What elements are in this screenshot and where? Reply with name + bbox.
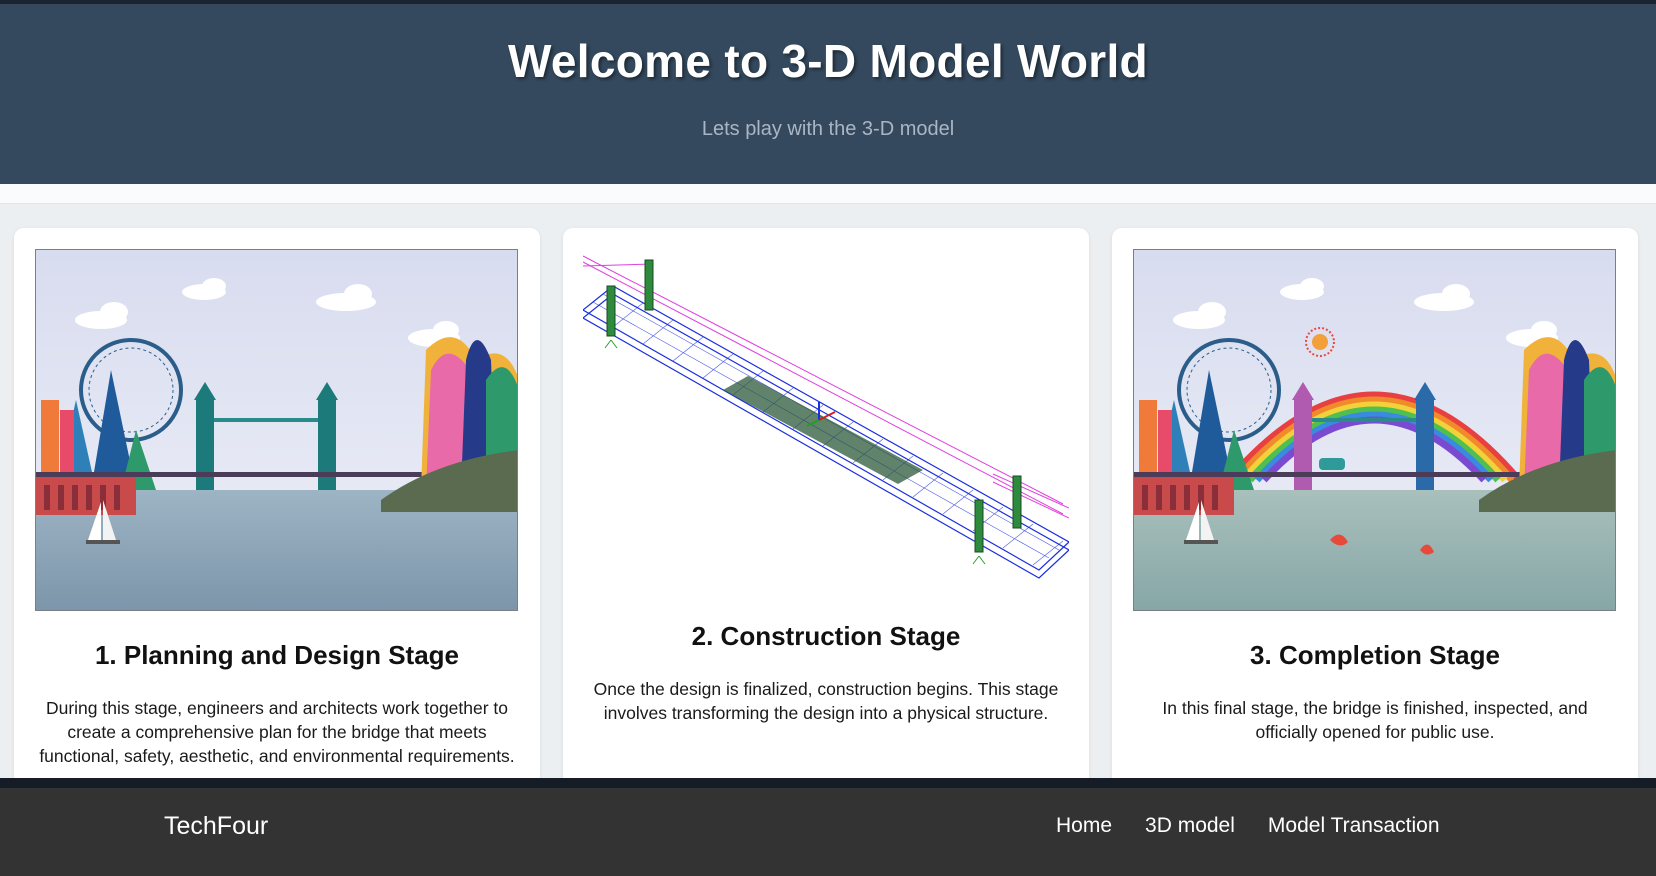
nav-3d-model[interactable]: 3D model <box>1145 814 1235 838</box>
stage-cards: 1. Planning and Design Stage During this… <box>0 204 1656 788</box>
hero-banner: Welcome to 3-D Model World Lets play wit… <box>0 4 1656 184</box>
stage-card-planning: 1. Planning and Design Stage During this… <box>14 228 540 788</box>
stage-description: In this final stage, the bridge is finis… <box>1162 698 1588 742</box>
completion-illustration <box>1133 249 1616 611</box>
footer-strip <box>0 778 1656 788</box>
brand-logo[interactable]: TechFour <box>164 812 268 841</box>
stage-title: 3. Completion Stage <box>1250 640 1500 670</box>
planning-illustration <box>35 249 518 611</box>
nav-model-transaction[interactable]: Model Transaction <box>1268 814 1440 838</box>
stage-title: 1. Planning and Design Stage <box>94 640 460 670</box>
footer-nav: Home 3D model Model Transaction <box>1056 814 1440 838</box>
stage-card-completion: 3. Completion Stage In this final stage,… <box>1112 228 1638 788</box>
stage-description: Once the design is finalized, constructi… <box>593 679 1059 723</box>
page-title: Welcome to 3-D Model World <box>508 35 1148 87</box>
stage-card-construction: 2. Construction Stage Once the design is… <box>563 228 1089 788</box>
page-subtitle: Lets play with the 3-D model <box>701 118 955 140</box>
nav-home[interactable]: Home <box>1056 814 1112 838</box>
hero-divider <box>0 184 1656 204</box>
footer-navbar: TechFour Home 3D model Model Transaction <box>0 788 1656 876</box>
construction-3d-model <box>581 252 1071 602</box>
stage-title: 2. Construction Stage <box>691 621 961 651</box>
stage-description: During this stage, engineers and archite… <box>39 698 515 766</box>
